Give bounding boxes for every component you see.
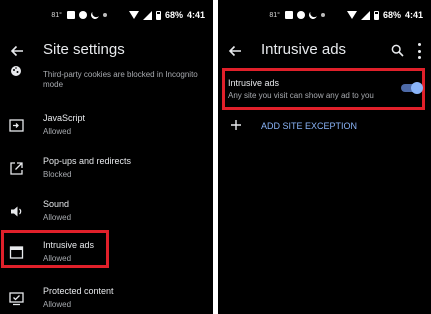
search-icon[interactable]	[391, 44, 404, 57]
page-title: Intrusive ads	[261, 41, 347, 58]
third-party-cookies-item[interactable]: Third-party cookies are blocked in Incog…	[0, 62, 213, 96]
status-bar: 81° 68% 4:41	[0, 0, 213, 34]
plus-icon	[231, 120, 241, 130]
setting-status: Allowed	[43, 300, 72, 309]
protected-content-icon	[9, 292, 24, 306]
setting-label: JavaScript	[43, 113, 86, 123]
setting-label: Sound	[43, 199, 70, 209]
external-link-icon	[10, 162, 23, 175]
clock: 4:41	[186, 10, 205, 20]
highlight-box	[222, 68, 425, 110]
spotify-icon	[296, 11, 305, 19]
setting-javascript[interactable]: JavaScript Allowed	[0, 106, 213, 146]
more-options-icon[interactable]	[417, 43, 421, 59]
status-bar: 81° 68% 4:41	[218, 0, 431, 34]
add-site-exception-button[interactable]: ADD SITE EXCEPTION	[218, 114, 431, 138]
app-bar: Intrusive ads	[218, 36, 431, 66]
moon-icon	[308, 10, 319, 21]
wifi-icon	[346, 11, 357, 19]
highlight-box	[1, 230, 109, 268]
left-screen: 81° 68% 4:41 Site settings Third-party c…	[0, 0, 213, 314]
battery-percent: 68%	[382, 10, 401, 20]
intrusive-ads-label: Intrusive ads	[228, 78, 280, 88]
clock: 4:41	[404, 10, 423, 20]
spotify-icon	[78, 11, 87, 19]
setting-protected-content[interactable]: Protected content Allowed	[0, 279, 213, 314]
wifi-icon	[128, 11, 139, 19]
back-arrow-icon[interactable]	[9, 43, 25, 59]
notification-icon	[66, 11, 75, 19]
intrusive-ads-description: Any site you visit can show any ad to yo…	[228, 91, 374, 100]
javascript-icon	[9, 119, 24, 132]
intrusive-ads-toggle[interactable]	[401, 82, 423, 94]
setting-status: Allowed	[43, 213, 72, 222]
notification-icon	[284, 11, 293, 19]
battery-percent: 68%	[164, 10, 183, 20]
temperature: 81°	[269, 11, 280, 19]
battery-icon	[373, 10, 379, 20]
battery-icon	[155, 10, 161, 20]
cookie-icon	[11, 66, 21, 76]
setting-status: Blocked	[43, 170, 72, 179]
signal-icon	[142, 10, 152, 20]
dot-icon	[320, 13, 325, 17]
add-site-exception-label: ADD SITE EXCEPTION	[261, 121, 358, 131]
moon-icon	[90, 10, 101, 21]
page-title: Site settings	[43, 41, 125, 58]
temperature: 81°	[51, 11, 62, 19]
setting-label: Pop-ups and redirects	[43, 156, 132, 166]
signal-icon	[360, 10, 370, 20]
dot-icon	[102, 13, 107, 17]
setting-popups[interactable]: Pop-ups and redirects Blocked	[0, 149, 213, 189]
speaker-icon	[11, 206, 22, 217]
setting-sound[interactable]: Sound Allowed	[0, 192, 213, 232]
setting-label: Protected content	[43, 286, 114, 296]
right-screen: 81° 68% 4:41 Intrusive ads Intrusive ads…	[218, 0, 431, 314]
back-arrow-icon[interactable]	[227, 43, 243, 59]
setting-status: Allowed	[43, 127, 72, 136]
cookies-description: Third-party cookies are blocked in Incog…	[43, 70, 198, 89]
